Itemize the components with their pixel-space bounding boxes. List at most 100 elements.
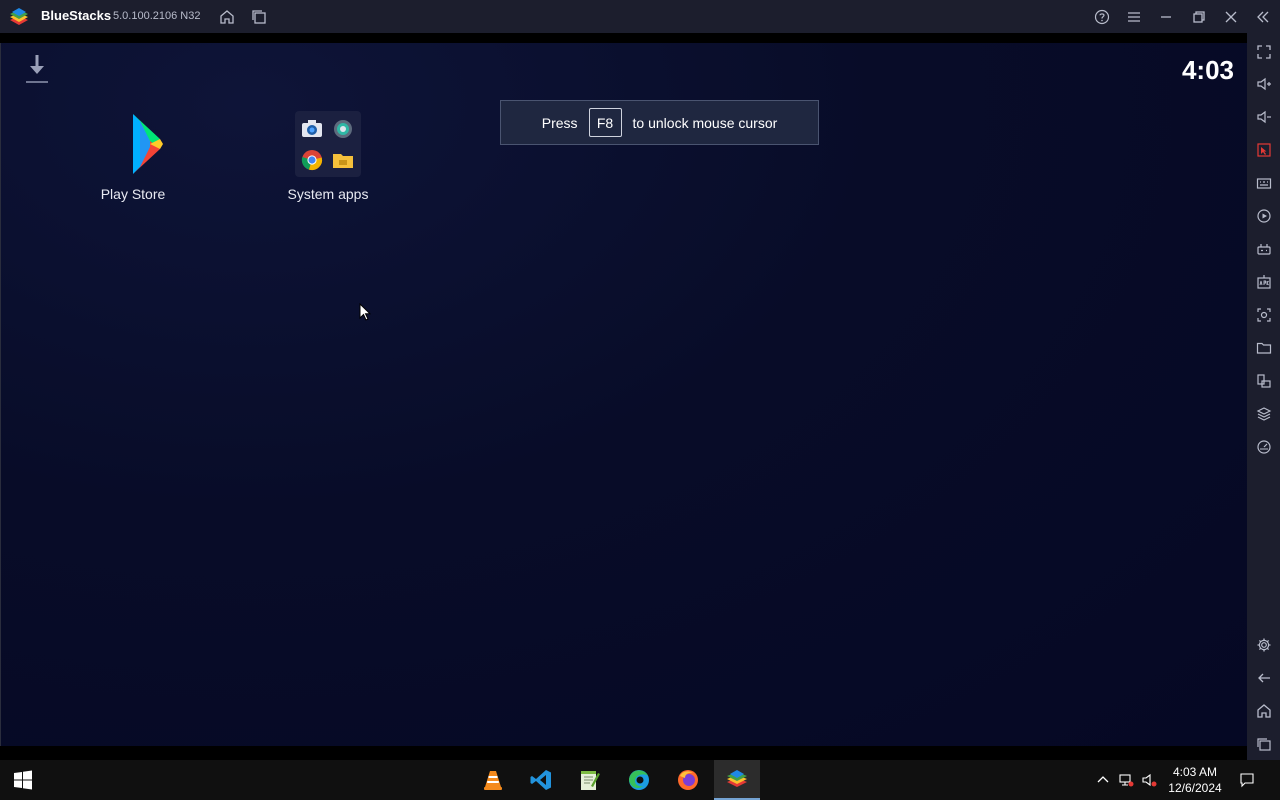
collapse-sidebar-icon [1257,11,1269,23]
tray-clock[interactable]: 4:03 AM 12/6/2024 [1160,764,1230,796]
back-icon [1257,673,1270,682]
settings-button[interactable] [1253,634,1274,655]
eco-mode-button[interactable] [1253,436,1274,457]
system-apps-folder-icon [295,111,361,177]
volume-down-icon [1256,110,1271,123]
right-sidebar [1247,33,1280,760]
volume-down-button[interactable] [1253,106,1274,127]
cursor-lock-icon [1256,142,1271,157]
macro-button[interactable] [1253,205,1274,226]
restore-icon [1193,11,1205,23]
taskbar-notepadpp[interactable] [566,760,612,800]
network-icon [1119,774,1134,787]
folder-icon [1256,342,1271,354]
screen-top-border [0,33,1247,43]
tray-overflow-button[interactable] [1093,770,1113,790]
screenshot-button[interactable] [1253,304,1274,325]
taskbar-vscode[interactable] [518,760,564,800]
chrome-icon [301,150,323,171]
settings-gear-icon [334,120,352,138]
vscode-icon [530,770,551,790]
screen-bottom-border [0,746,1247,759]
keyboard-controls-icon [1256,177,1271,189]
firefox-icon [678,770,698,790]
macro-icon [1256,208,1271,223]
gamepad-button[interactable] [1253,238,1274,259]
system-apps-folder[interactable]: System apps [268,111,388,202]
multi-instance-button[interactable] [248,6,270,28]
eco-mode-icon [1256,439,1271,454]
toast-prefix: Press [541,114,578,131]
close-button[interactable] [1220,6,1242,28]
vlc-icon [484,771,502,790]
multi-instance-sidebar-button[interactable] [1253,370,1274,391]
tray-network[interactable] [1116,770,1136,790]
toast-key: F8 [588,108,622,137]
toast-suffix: to unlock mouse cursor [632,114,778,131]
notepadpp-icon [581,771,600,790]
tray-volume[interactable] [1139,770,1159,790]
help-button[interactable] [1091,6,1113,28]
keyboard-controls-button[interactable] [1253,172,1274,193]
cursor-lock-button[interactable] [1253,139,1274,160]
close-icon [1225,11,1237,23]
volume-muted-icon [1142,773,1157,787]
home-icon [1256,703,1271,718]
bluestacks-icon [727,770,747,787]
notification-center-button[interactable] [1237,770,1257,790]
minimize-icon [1161,16,1171,18]
app-version: 5.0.100.2106 N32 [113,10,201,22]
help-icon [1094,9,1110,25]
volume-up-icon [1256,77,1271,90]
android-home-button[interactable] [1253,700,1274,721]
taskbar-vlc[interactable] [470,760,516,800]
file-manager-icon [333,154,353,168]
play-store-label: Play Store [100,186,166,202]
menu-icon [1128,12,1140,22]
system-apps-label: System apps [287,186,369,202]
gamepad-icon [1256,243,1271,255]
start-button[interactable] [0,760,46,800]
media-folder-button[interactable] [1253,337,1274,358]
home-icon [220,10,234,24]
multi-instance-icon [1256,373,1271,388]
recent-apps-button[interactable] [1253,733,1274,754]
android-clock: 4:03 [1181,55,1234,85]
windows-start-icon [14,770,32,790]
unlock-cursor-toast: Press F8 to unlock mouse cursor [500,100,819,145]
settings-icon [1257,638,1270,651]
back-button[interactable] [1253,667,1274,688]
fullscreen-icon [1256,44,1271,59]
menu-button[interactable] [1123,6,1145,28]
taskbar-edge[interactable] [616,760,662,800]
app-title: BlueStacks [41,8,112,23]
notification-icon [1240,773,1254,788]
apk-install-icon [1256,274,1271,289]
title-bar: BlueStacks 5.0.100.2106 N32 [0,0,1280,33]
download-icon[interactable] [24,52,50,86]
taskbar-firefox[interactable] [665,760,711,800]
layers-icon [1256,406,1271,421]
volume-up-button[interactable] [1253,73,1274,94]
tray-date: 12/6/2024 [1168,781,1222,795]
screenshot-icon [1256,307,1271,322]
recent-apps-icon [1256,737,1271,751]
mouse-cursor-icon [359,303,371,321]
tray-time: 4:03 AM [1172,765,1218,779]
fullscreen-button[interactable] [1253,41,1274,62]
layers-button[interactable] [1253,403,1274,424]
windows-taskbar: 4:03 AM 12/6/2024 [0,760,1280,800]
edge-icon [629,770,649,790]
home-button[interactable] [216,6,238,28]
minimize-button[interactable] [1155,6,1177,28]
apk-install-button[interactable] [1253,271,1274,292]
collapse-sidebar-button[interactable] [1252,6,1274,28]
play-store-app[interactable]: Play Store [73,111,193,202]
play-store-icon [133,114,163,174]
multi-instance-icon [252,10,266,24]
bluestacks-logo-icon [10,8,28,25]
camera-icon [302,120,322,137]
taskbar-bluestacks[interactable] [714,760,760,800]
restore-button[interactable] [1188,6,1210,28]
chevron-up-icon [1097,776,1109,783]
